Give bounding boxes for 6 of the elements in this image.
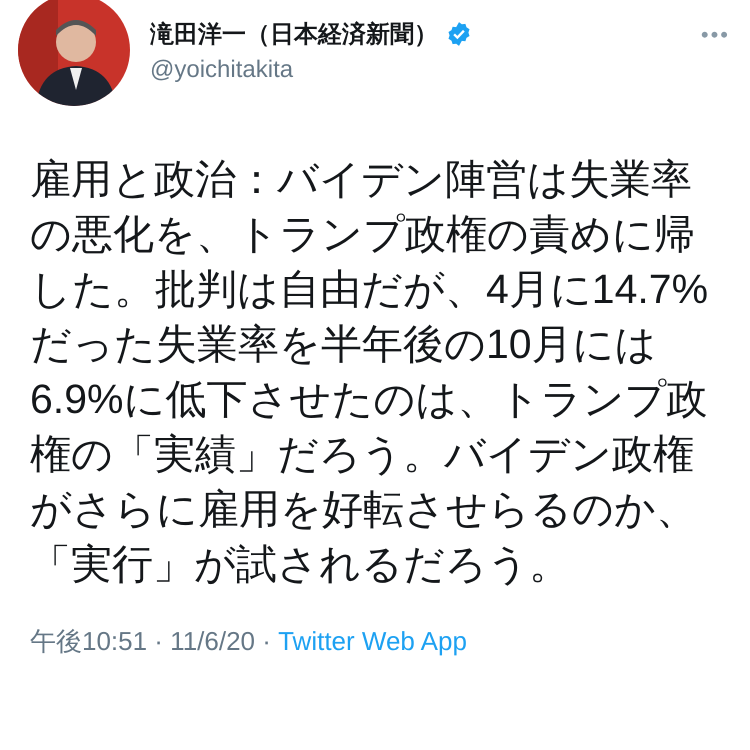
- author-name[interactable]: 滝田洋一（日本経済新聞）: [150, 18, 438, 50]
- source-link[interactable]: Twitter Web App: [278, 626, 467, 657]
- tweet-text: 雇用と政治：バイデン陣営は失業率 の悪化を、トランプ政権の責めに帰 した。批判は自由だが、4月に14.7% だった失業率を半年後の10月には 6.9%に低下させたのは、トランプ政 権の「実績」だろう。バイデン政権 がさらに雇用を好転させらるのか、 「実行」が試されるだろう。: [29, 155, 710, 589]
- tweet-timestamp: 午後10:51 · 11/6/20 ·: [30, 625, 272, 658]
- author-handle[interactable]: @yoichitakita: [150, 56, 701, 84]
- more-button[interactable]: •••: [700, 0, 730, 48]
